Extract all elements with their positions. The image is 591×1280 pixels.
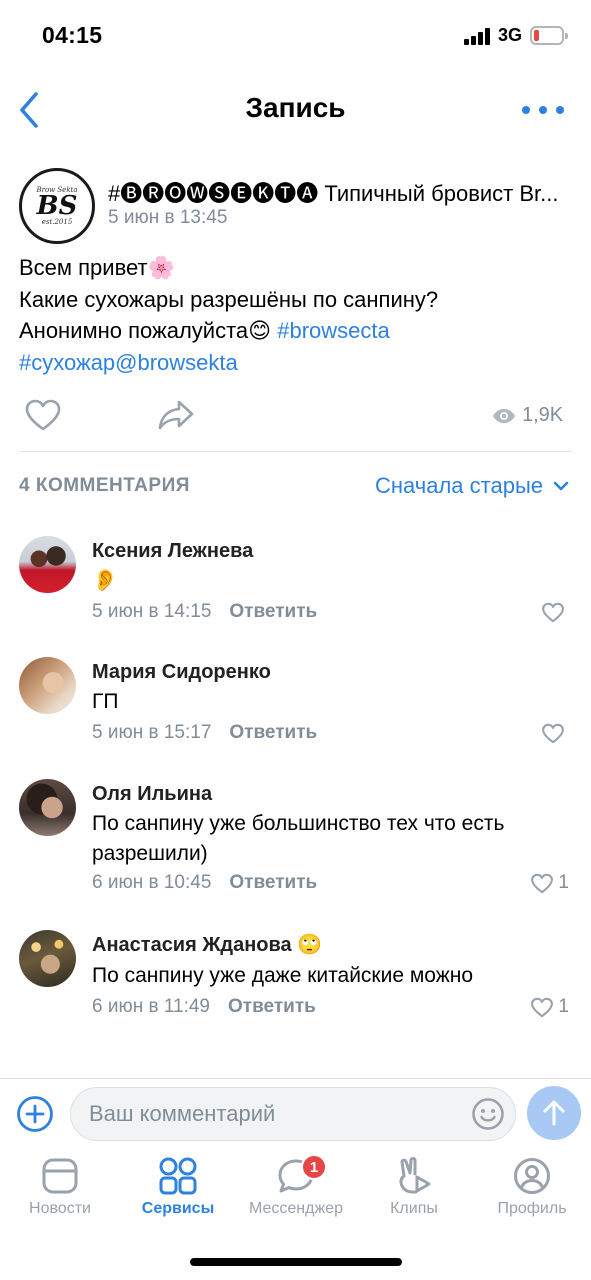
comment-composer — [0, 1078, 591, 1146]
comment-author[interactable]: Анастасия Жданова 🙄 — [92, 932, 322, 957]
comment-text: По санпину уже даже китайские можно — [92, 964, 474, 987]
tab-bar: Новости Сервисы 1 Мессенджер Клипы Профи… — [0, 1150, 591, 1230]
comment-meta: 6 июн в 11:49 Ответить — [92, 996, 316, 1018]
comment-author[interactable]: Ксения Лежнева — [92, 540, 253, 563]
page-title: Запись — [245, 92, 346, 123]
tab-label: Клипы — [390, 1200, 438, 1217]
avatar[interactable] — [19, 930, 76, 987]
heart-icon — [531, 873, 554, 893]
tab-label: Мессенджер — [249, 1200, 343, 1217]
comment-meta: 5 июн в 15:17 Ответить — [92, 722, 317, 744]
network-type: 3G — [498, 25, 523, 45]
hashtag-link[interactable]: #browsecta — [277, 318, 390, 343]
reply-button[interactable]: Ответить — [228, 996, 316, 1017]
comment-like-button[interactable]: 1 — [530, 872, 569, 894]
clips-icon — [399, 1157, 431, 1194]
status-bar: 04:15 3G — [0, 0, 591, 72]
comments-count: 4 КОММЕНТАРИЯ — [19, 475, 190, 496]
comment-like-button[interactable]: 1 — [530, 996, 569, 1018]
home-indicator — [190, 1258, 402, 1266]
comment-text: По санпину уже большинство тех что есть … — [92, 812, 505, 865]
reply-button[interactable]: Ответить — [229, 872, 317, 893]
divider — [19, 451, 572, 452]
avatar-logo-text: BS — [36, 191, 78, 221]
battery-icon — [530, 26, 568, 45]
dot-icon — [556, 106, 564, 114]
like-button[interactable] — [24, 398, 62, 432]
comment-text: ГП — [92, 690, 119, 713]
avatar[interactable] — [19, 779, 76, 836]
comment-author[interactable]: Мария Сидоренко — [92, 661, 271, 684]
comment-date[interactable]: 6 июн в 10:45 — [92, 872, 211, 893]
nav-header: Запись — [0, 80, 591, 140]
heart-icon — [25, 399, 61, 431]
dot-icon — [539, 106, 547, 114]
tab-profile[interactable]: Профиль — [473, 1156, 591, 1228]
post-text: Всем привет🌸 Какие сухожары разрешёны по… — [19, 252, 579, 378]
comment-meta: 6 июн в 10:45 Ответить — [92, 872, 317, 894]
emoji-button[interactable] — [471, 1097, 505, 1131]
avatar-caption-bottom: est.2015 — [41, 218, 73, 226]
share-button[interactable] — [156, 398, 196, 432]
services-grid-icon — [159, 1157, 197, 1195]
heart-icon — [531, 997, 554, 1017]
tab-clips[interactable]: Клипы — [355, 1156, 473, 1228]
plus-circle-icon — [17, 1096, 53, 1132]
avatar[interactable] — [19, 536, 76, 593]
profile-icon — [514, 1158, 550, 1194]
post-line: Какие сухожары разрешёны по санпину? — [19, 286, 439, 312]
status-time: 04:15 — [42, 22, 103, 48]
post-line-text: Анонимно пожалуйста😊 — [19, 318, 272, 343]
tab-label: Профиль — [497, 1200, 567, 1217]
comment-like-button[interactable] — [541, 723, 569, 744]
dot-icon — [522, 106, 530, 114]
post-actions: 1,9K — [0, 396, 591, 438]
like-count: 1 — [558, 872, 569, 893]
post-line: Всем привет🌸 — [19, 255, 175, 280]
signal-icon — [464, 28, 492, 45]
attach-button[interactable] — [16, 1095, 54, 1133]
comment-like-button[interactable] — [541, 602, 569, 623]
heart-icon — [542, 723, 564, 744]
smile-icon — [472, 1098, 504, 1130]
comment-date[interactable]: 6 июн в 11:49 — [92, 996, 210, 1017]
views-counter: 1,9K — [492, 404, 563, 427]
hashtag-link[interactable]: #сухожар@browsekta — [19, 347, 579, 379]
post-author-name[interactable]: #🅑🅡🅞🅦🅢🅔🅚🅣🅐 Типичный бровист Br... — [108, 176, 588, 208]
heart-icon — [542, 602, 564, 623]
comment-field — [70, 1087, 516, 1141]
post-date[interactable]: 5 июн в 13:45 — [108, 207, 227, 229]
tab-label: Сервисы — [141, 1200, 215, 1217]
news-icon — [42, 1158, 78, 1194]
reply-button[interactable]: Ответить — [229, 601, 317, 622]
share-arrow-icon — [158, 400, 194, 430]
comment-date[interactable]: 5 июн в 15:17 — [92, 722, 211, 743]
post-author-avatar[interactable]: Brow Sekta BS est.2015 — [19, 168, 95, 244]
tab-messenger[interactable]: 1 Мессенджер — [237, 1154, 355, 1228]
tab-news[interactable]: Новости — [1, 1156, 119, 1228]
views-count: 1,9K — [522, 404, 564, 426]
post-line-3: Анонимно пожалуйста😊 #browsecta — [19, 315, 579, 347]
comment-author[interactable]: Оля Ильина — [92, 783, 212, 806]
comment-date[interactable]: 5 июн в 14:15 — [92, 601, 211, 622]
more-button[interactable] — [522, 98, 564, 122]
comments-header: 4 КОММЕНТАРИЯ Сначала старые — [0, 472, 591, 502]
comment-meta: 5 июн в 14:15 Ответить — [92, 601, 317, 623]
arrow-up-icon — [543, 1100, 565, 1126]
tab-services[interactable]: Сервисы — [119, 1156, 237, 1228]
sort-dropdown[interactable]: Сначала старые — [375, 473, 569, 499]
comment-text: 👂 — [92, 569, 119, 592]
comment-input[interactable] — [89, 1088, 459, 1140]
reply-button[interactable]: Ответить — [229, 722, 317, 743]
unread-badge: 1 — [301, 1154, 327, 1180]
tab-label: Новости — [29, 1200, 91, 1217]
eye-icon — [493, 408, 515, 423]
sort-label: Сначала старые — [374, 473, 543, 498]
like-count: 1 — [558, 996, 569, 1017]
send-button[interactable] — [527, 1086, 581, 1140]
chevron-down-icon — [553, 481, 569, 491]
avatar[interactable] — [19, 657, 76, 714]
